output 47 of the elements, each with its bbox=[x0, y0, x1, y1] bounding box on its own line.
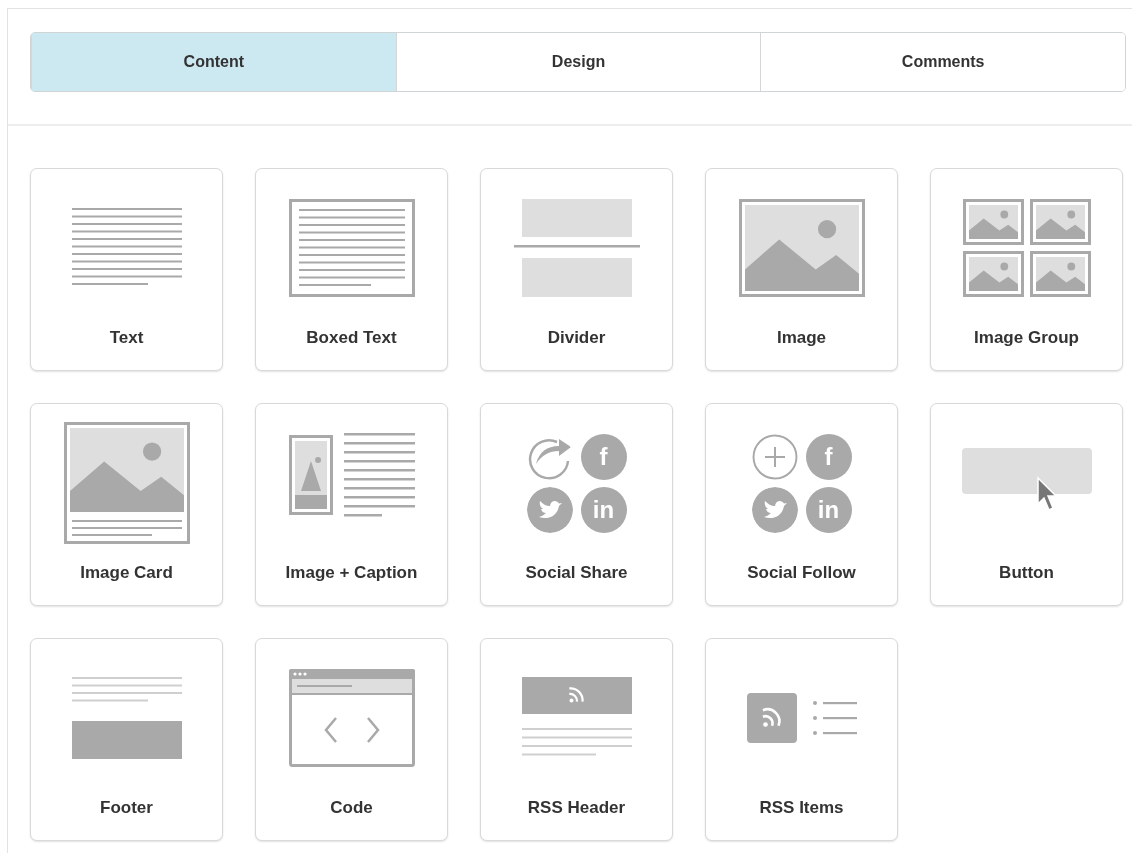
block-label: Image + Caption bbox=[285, 563, 418, 583]
text-lines-icon bbox=[71, 208, 182, 288]
block-label: Image bbox=[776, 328, 827, 348]
block-label: Social Follow bbox=[747, 563, 856, 583]
block-label: Image Group bbox=[974, 328, 1079, 348]
bird-icon bbox=[751, 486, 798, 533]
linkedin-icon: in bbox=[805, 486, 852, 533]
content-block-card[interactable]: Image Group bbox=[930, 168, 1123, 371]
content-block-card[interactable]: RSS Header bbox=[480, 638, 673, 841]
block-label: Code bbox=[330, 798, 373, 818]
tab[interactable]: Content bbox=[31, 33, 396, 91]
rss-header-icon bbox=[521, 677, 632, 759]
linkedin-icon: in bbox=[580, 486, 627, 533]
boxed-text-icon bbox=[288, 199, 415, 297]
footer-icon bbox=[71, 677, 182, 759]
content-block-card[interactable]: Divider bbox=[480, 168, 673, 371]
block-label: RSS Items bbox=[759, 798, 844, 818]
bird-icon bbox=[526, 486, 573, 533]
block-label: Footer bbox=[100, 798, 153, 818]
block-label: Image Card bbox=[80, 563, 173, 583]
block-label: Boxed Text bbox=[306, 328, 397, 348]
block-label: RSS Header bbox=[527, 798, 626, 818]
block-label: Social Share bbox=[525, 563, 628, 583]
rss-list-icon bbox=[746, 693, 857, 743]
image-group-icon bbox=[962, 199, 1091, 297]
content-block-card[interactable]: Boxed Text bbox=[255, 168, 448, 371]
content-block-card[interactable]: Image Card bbox=[30, 403, 223, 606]
content-block-card[interactable]: Image + Caption bbox=[255, 403, 448, 606]
block-label: Text bbox=[109, 328, 144, 348]
tab[interactable]: Comments bbox=[760, 33, 1125, 91]
facebook-icon: f bbox=[580, 433, 627, 480]
block-label: Divider bbox=[547, 328, 606, 348]
content-block-card[interactable]: f in Social Share bbox=[480, 403, 673, 606]
content-block-card[interactable]: RSS Items bbox=[705, 638, 898, 841]
content-block-card[interactable]: Text bbox=[30, 168, 223, 371]
content-block-card[interactable]: f in Social Follow bbox=[705, 403, 898, 606]
image-icon bbox=[738, 199, 865, 297]
content-block-card[interactable]: Image bbox=[705, 168, 898, 371]
divider-icon bbox=[513, 199, 640, 297]
content-block-card[interactable]: Footer bbox=[30, 638, 223, 841]
facebook-icon: f bbox=[805, 433, 852, 480]
plus-circle-icon bbox=[751, 433, 798, 480]
content-block-card[interactable]: Code bbox=[255, 638, 448, 841]
image-card-icon bbox=[63, 422, 190, 544]
content-block-card[interactable]: Button bbox=[930, 403, 1123, 606]
code-window-icon bbox=[288, 669, 415, 767]
block-label: Button bbox=[999, 563, 1054, 583]
